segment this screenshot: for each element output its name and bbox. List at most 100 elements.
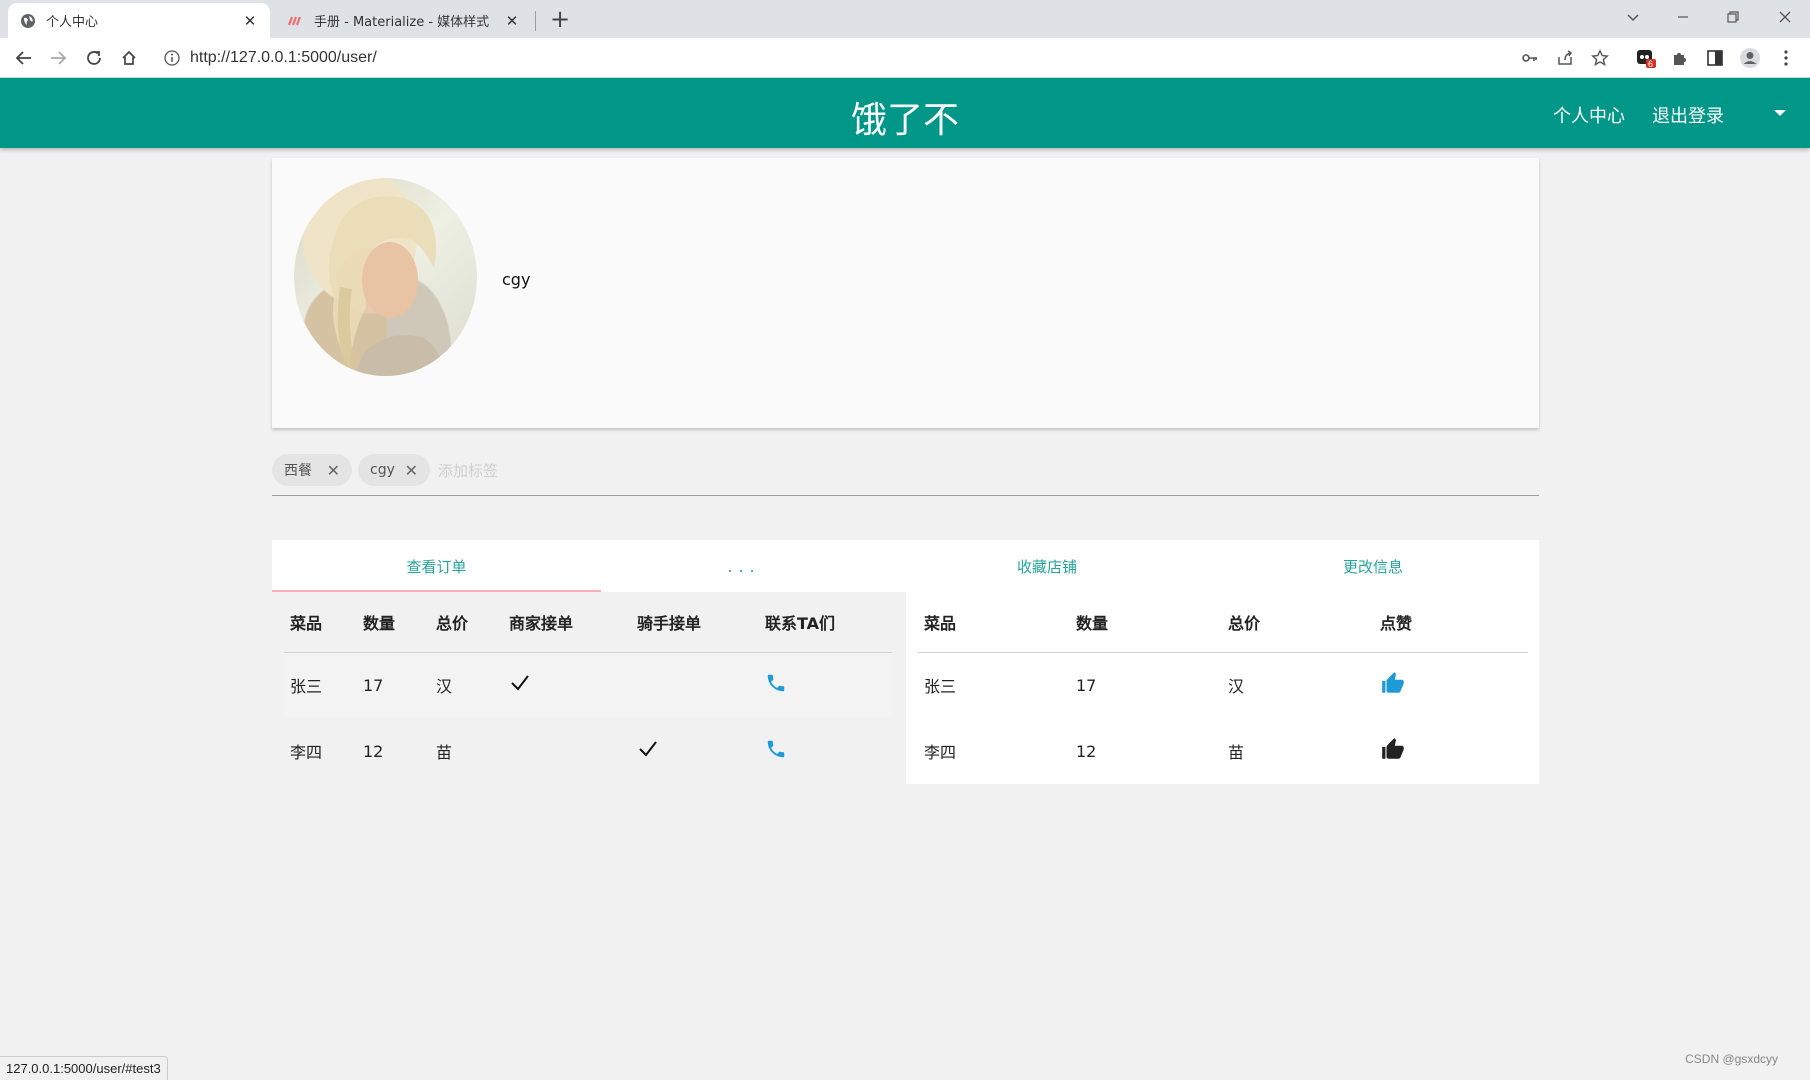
orders-table: 菜品 数量 总价 商家接单 骑手接单 联系TA们 张三 17 汉 李四 12 苗 xyxy=(284,592,892,784)
browser-tab-bar: 个人中心 ✕ 手册 - Materialize - 媒体样式 ✕ + xyxy=(0,0,1810,38)
tab-edit-info[interactable]: 更改信息 xyxy=(1207,540,1539,592)
cell-qty: 17 xyxy=(1076,675,1097,695)
minimize-icon[interactable] xyxy=(1668,4,1698,30)
tag-chips-input: 西餐 ✕ cgy ✕ xyxy=(272,450,1539,496)
phone-icon[interactable] xyxy=(765,738,787,760)
reload-icon[interactable] xyxy=(80,44,108,72)
cell-total: 苗 xyxy=(1228,743,1245,762)
close-icon[interactable]: ✕ xyxy=(242,12,258,30)
column-header: 联系TA们 xyxy=(765,613,836,633)
nav-link-logout[interactable]: 退出登录 xyxy=(1652,102,1724,128)
app-navbar: 饿了不 个人中心 退出登录 xyxy=(0,78,1810,148)
column-header: 商家接单 xyxy=(509,613,574,633)
key-icon[interactable] xyxy=(1518,46,1542,70)
brand-logo[interactable]: 饿了不 xyxy=(0,91,1810,143)
thumbs-up-icon[interactable] xyxy=(1380,670,1406,696)
chip-label: 西餐 xyxy=(284,463,312,479)
avatar xyxy=(294,178,477,376)
cell-rider-accepted xyxy=(631,652,759,718)
column-header: 总价 xyxy=(436,613,469,633)
table-header-row: 菜品 数量 总价 商家接单 骑手接单 联系TA们 xyxy=(284,592,892,652)
browser-tab-title: 手册 - Materialize - 媒体样式 xyxy=(314,15,490,30)
tab-separator xyxy=(535,11,536,31)
thumbs-up-icon[interactable] xyxy=(1380,736,1406,762)
window-close-icon[interactable] xyxy=(1770,4,1800,30)
materialize-logo-icon xyxy=(288,13,304,29)
profile-card: cgy xyxy=(272,158,1539,428)
cell-like xyxy=(1374,652,1528,718)
cell-merchant-accepted xyxy=(503,718,631,784)
url-text: http://127.0.0.1:5000/user/ xyxy=(190,49,377,66)
address-bar[interactable]: http://127.0.0.1:5000/user/ xyxy=(156,43,1536,73)
chip: 西餐 ✕ xyxy=(272,454,352,486)
favorites-panel: 菜品 数量 总价 点赞 张三 17 汉 李四 12 苗 xyxy=(906,592,1539,784)
cell-qty: 12 xyxy=(363,741,384,761)
info-icon[interactable] xyxy=(164,50,180,70)
column-header: 点赞 xyxy=(1380,613,1413,633)
browser-toolbar: http://127.0.0.1:5000/user/ 6 xyxy=(0,38,1810,78)
cell-dish: 李四 xyxy=(290,743,323,762)
checkmark-icon xyxy=(509,672,531,694)
checkmark-icon xyxy=(637,738,659,760)
new-tab-button[interactable]: + xyxy=(548,6,572,32)
chip: cgy ✕ xyxy=(358,454,430,486)
close-icon[interactable]: ✕ xyxy=(405,461,418,480)
cell-merchant-accepted xyxy=(503,652,631,718)
favorites-table: 菜品 数量 总价 点赞 张三 17 汉 李四 12 苗 xyxy=(918,592,1528,784)
cell-contact xyxy=(759,718,892,784)
puzzle-icon[interactable] xyxy=(1668,46,1692,70)
username: cgy xyxy=(502,270,531,289)
share-icon[interactable] xyxy=(1553,46,1577,70)
cell-dish: 李四 xyxy=(924,743,957,762)
tab-search-icon[interactable] xyxy=(1618,4,1648,30)
close-icon[interactable]: ✕ xyxy=(504,12,520,30)
close-icon[interactable]: ✕ xyxy=(327,461,340,480)
cell-rider-accepted xyxy=(631,718,759,784)
cell-dish: 张三 xyxy=(924,677,957,697)
browser-tab-profile[interactable]: 个人中心 ✕ xyxy=(8,3,270,38)
phone-icon[interactable] xyxy=(765,672,787,694)
extension-badge-icon[interactable]: 6 xyxy=(1634,46,1658,70)
cell-total: 汉 xyxy=(436,677,453,697)
bookmark-star-icon[interactable] xyxy=(1588,46,1612,70)
cell-qty: 12 xyxy=(1076,741,1097,761)
cell-like xyxy=(1374,718,1528,784)
browser-tab-title: 个人中心 xyxy=(46,15,99,30)
table-row: 李四 12 苗 xyxy=(284,718,892,784)
cell-qty: 17 xyxy=(363,675,384,695)
dropdown-caret-icon[interactable] xyxy=(1774,110,1786,116)
table-header-row: 菜品 数量 总价 点赞 xyxy=(918,592,1528,652)
cell-contact xyxy=(759,652,892,718)
tabs: 查看订单 ... 收藏店铺 更改信息 xyxy=(272,540,1539,592)
tab-more[interactable]: ... xyxy=(601,540,887,592)
tab-orders[interactable]: 查看订单 xyxy=(272,540,601,592)
home-icon[interactable] xyxy=(115,44,143,72)
table-row: 张三 17 汉 xyxy=(284,652,892,718)
chip-label: cgy xyxy=(370,462,395,478)
cell-total: 汉 xyxy=(1228,677,1245,697)
nav-link-profile[interactable]: 个人中心 xyxy=(1553,102,1625,128)
column-header: 菜品 xyxy=(924,613,957,633)
column-header: 骑手接单 xyxy=(637,613,702,633)
back-arrow-icon[interactable] xyxy=(10,44,38,72)
table-row: 李四 12 苗 xyxy=(918,718,1528,784)
more-vertical-icon[interactable] xyxy=(1774,46,1798,70)
watermark: CSDN @gsxdcyy xyxy=(1685,1052,1778,1066)
profile-avatar-icon[interactable] xyxy=(1738,46,1762,70)
column-header: 数量 xyxy=(1076,613,1109,633)
extension-badge-count: 6 xyxy=(1648,59,1654,69)
cell-dish: 张三 xyxy=(290,677,323,697)
browser-tab-materialize[interactable]: 手册 - Materialize - 媒体样式 ✕ xyxy=(276,3,532,38)
cell-total: 苗 xyxy=(436,743,453,762)
forward-arrow-icon[interactable] xyxy=(44,44,72,72)
link-preview-status: 127.0.0.1:5000/user/#test3 xyxy=(0,1056,168,1080)
side-panel-icon[interactable] xyxy=(1703,46,1727,70)
add-tag-input[interactable] xyxy=(438,460,738,482)
column-header: 总价 xyxy=(1228,613,1261,633)
table-row: 张三 17 汉 xyxy=(918,652,1528,718)
tab-favorites[interactable]: 收藏店铺 xyxy=(887,540,1207,592)
restore-icon[interactable] xyxy=(1718,4,1748,30)
column-header: 数量 xyxy=(363,613,396,633)
column-header: 菜品 xyxy=(290,613,323,633)
globe-icon xyxy=(20,13,36,29)
